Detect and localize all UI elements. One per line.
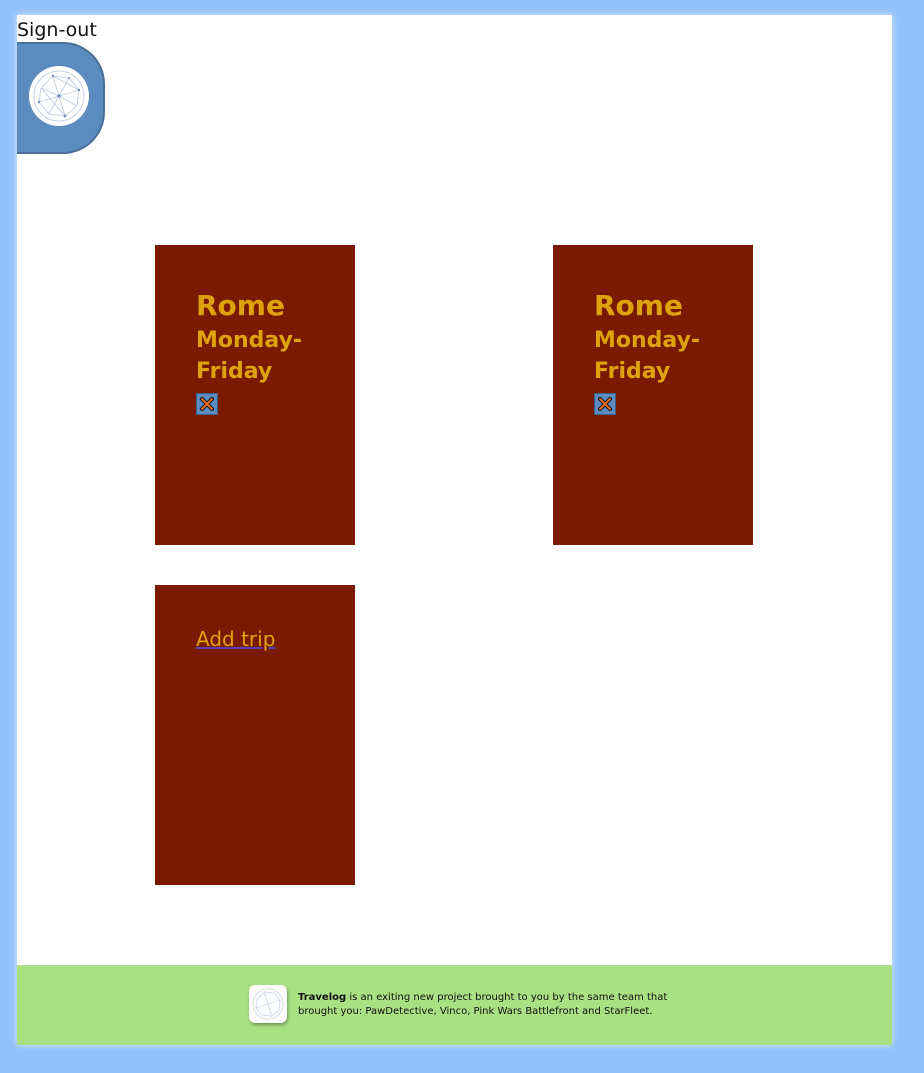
trip-days: Monday-Friday	[196, 328, 303, 384]
trip-city: Rome	[594, 289, 683, 322]
globe-network-icon	[29, 66, 89, 126]
globe-network-icon	[249, 985, 287, 1023]
logo-tab[interactable]	[17, 42, 105, 154]
trip-days: Monday-Friday	[594, 328, 701, 384]
trip-card[interactable]: Rome Monday-Friday	[155, 245, 355, 545]
add-trip-link[interactable]: Add trip	[196, 627, 275, 651]
footer-description: Travelog is an exiting new project broug…	[298, 991, 678, 1019]
sign-out-link[interactable]: Sign-out	[17, 19, 97, 41]
footer: Travelog is an exiting new project broug…	[17, 965, 892, 1045]
page-container: Sign-out	[17, 15, 892, 1045]
close-x-icon	[200, 397, 214, 411]
delete-trip-button[interactable]	[196, 393, 218, 415]
delete-trip-button[interactable]	[594, 393, 616, 415]
trip-card[interactable]: Rome Monday-Friday	[553, 245, 753, 545]
trip-city: Rome	[196, 289, 285, 322]
add-trip-card[interactable]: Add trip	[155, 585, 355, 885]
footer-brand: Travelog	[298, 992, 347, 1003]
footer-body: is an exiting new project brought to you…	[298, 992, 668, 1017]
close-x-icon	[598, 397, 612, 411]
